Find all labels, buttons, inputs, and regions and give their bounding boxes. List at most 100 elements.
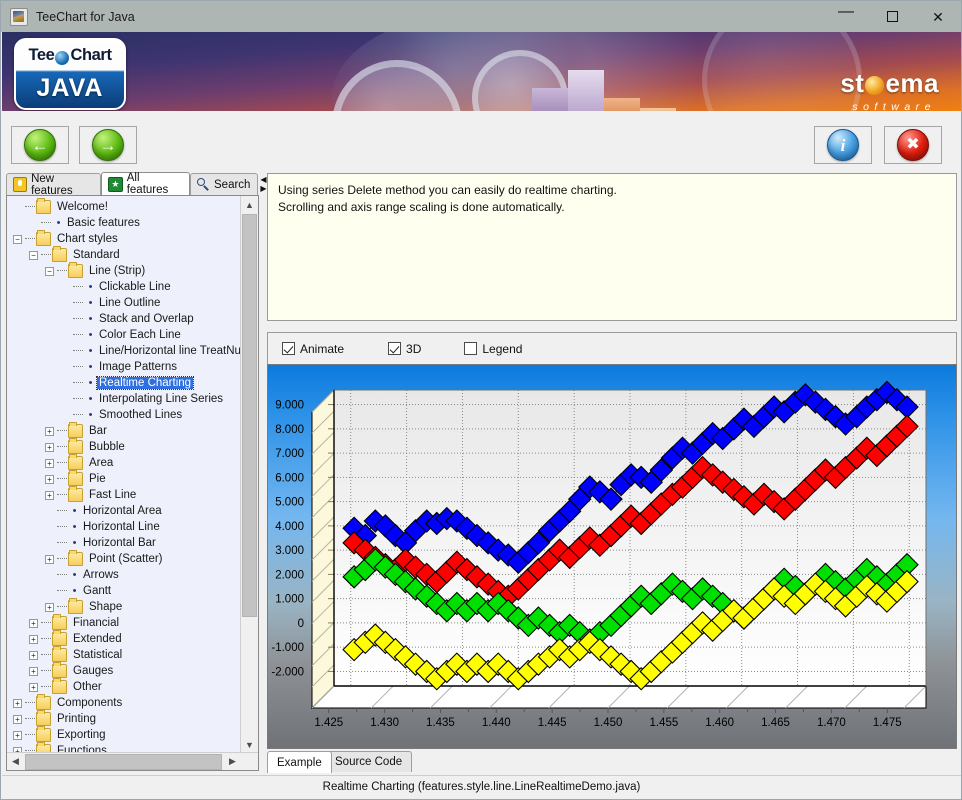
chart-canvas[interactable]: -2.000 -1.000 0 1.000 2.000 3.000 4.000 5.000 6.…: [267, 364, 957, 749]
expand-icon[interactable]: +: [29, 682, 38, 692]
tree-item-horizontal-line[interactable]: • Horizontal Line: [7, 519, 241, 535]
expand-icon[interactable]: +: [45, 458, 54, 468]
tree-item-printing[interactable]: + Printing: [7, 710, 241, 727]
scroll-up-icon[interactable]: ▲: [241, 196, 258, 213]
bullet-icon: •: [88, 312, 93, 325]
tree-item-shape[interactable]: + Shape: [7, 598, 241, 615]
tree-connector: [73, 350, 83, 352]
tab-search[interactable]: Search: [190, 173, 258, 195]
expand-icon[interactable]: +: [29, 650, 38, 660]
tree-item-point-scatter[interactable]: + Point (Scatter): [7, 550, 241, 567]
expand-icon[interactable]: +: [45, 490, 54, 500]
tree-item-financial[interactable]: + Financial: [7, 614, 241, 631]
expand-icon[interactable]: +: [13, 714, 22, 724]
bullet-icon: •: [56, 216, 61, 229]
tree-item-bubble[interactable]: + Bubble: [7, 438, 241, 455]
expand-icon[interactable]: +: [29, 618, 38, 628]
minimize-button[interactable]: —: [823, 1, 869, 32]
tab-new-features[interactable]: New features: [6, 173, 101, 197]
tree-item-basic-features[interactable]: • Basic features: [7, 215, 241, 231]
y-axis-label: -2.000: [271, 666, 304, 678]
3d-checkbox-box[interactable]: [388, 342, 402, 355]
navigate-back-button[interactable]: ←: [11, 126, 69, 164]
expand-icon[interactable]: +: [45, 426, 54, 436]
tree-item-horizontal-area[interactable]: • Horizontal Area: [7, 503, 241, 519]
tab-all-features[interactable]: ★ All features: [101, 172, 190, 196]
maximize-button[interactable]: [869, 1, 915, 32]
expand-icon[interactable]: +: [13, 730, 22, 740]
animate-checkbox-box[interactable]: [282, 342, 295, 355]
splitter-right-arrow-icon[interactable]: ▶: [260, 184, 266, 193]
tree-item-standard[interactable]: − Standard: [7, 246, 241, 263]
tree-item-other[interactable]: + Other: [7, 678, 241, 695]
tree-item-line-horizontal-line-treatnul[interactable]: • Line/Horizontal line TreatNul: [7, 343, 241, 359]
tree-item-pie[interactable]: + Pie: [7, 470, 241, 487]
tree-item-gauges[interactable]: + Gauges: [7, 662, 241, 679]
legend-checkbox-box[interactable]: [464, 342, 478, 355]
legend-checkbox[interactable]: Legend: [464, 342, 522, 356]
tree-item-exporting[interactable]: + Exporting: [7, 726, 241, 743]
collapse-icon[interactable]: −: [29, 250, 38, 260]
tree-item-statistical[interactable]: + Statistical: [7, 646, 241, 663]
expand-icon[interactable]: +: [45, 554, 54, 564]
tree-item-horizontal-bar[interactable]: • Horizontal Bar: [7, 535, 241, 551]
tree-connector: [57, 526, 67, 528]
bullet-icon: •: [88, 408, 93, 421]
expand-icon[interactable]: +: [29, 666, 38, 676]
expand-icon[interactable]: +: [45, 602, 54, 612]
feature-tree[interactable]: Welcome! • Basic features − Chart styles − Sta…: [7, 196, 241, 753]
description-line-2: Scrolling and axis range scaling is done…: [278, 200, 565, 214]
tree-item-label: Gauges: [73, 665, 114, 677]
tree-item-line-strip[interactable]: − Line (Strip): [7, 262, 241, 279]
exit-button[interactable]: ✖: [884, 126, 942, 164]
close-window-button[interactable]: ✕: [915, 1, 961, 32]
y-axis-label: 8.000: [275, 424, 304, 436]
tree-item-fast-line[interactable]: + Fast Line: [7, 486, 241, 503]
tree-item-area[interactable]: + Area: [7, 454, 241, 471]
tree-item-welcome[interactable]: Welcome!: [7, 198, 241, 215]
tree-item-interpolating-line-series[interactable]: • Interpolating Line Series: [7, 391, 241, 407]
splitter-left-arrow-icon[interactable]: ◀: [260, 175, 266, 184]
tab-source-code[interactable]: Source Code: [325, 751, 413, 772]
expand-icon[interactable]: +: [45, 442, 54, 452]
tree-item-label: Standard: [73, 249, 120, 261]
tree-item-clickable-line[interactable]: • Clickable Line: [7, 279, 241, 295]
tree-item-image-patterns[interactable]: • Image Patterns: [7, 359, 241, 375]
scroll-right-icon[interactable]: ▶: [224, 753, 241, 770]
tree-item-gantt[interactable]: • Gantt: [7, 583, 241, 599]
tree-item-components[interactable]: + Components: [7, 694, 241, 711]
navigate-forward-button[interactable]: →: [79, 126, 137, 164]
tree-connector: [73, 382, 83, 384]
tree-connector: [73, 302, 83, 304]
expand-icon[interactable]: +: [45, 474, 54, 484]
collapse-icon[interactable]: −: [13, 234, 22, 244]
tree-item-extended[interactable]: + Extended: [7, 630, 241, 647]
animate-checkbox[interactable]: Animate: [282, 342, 344, 356]
tab-example[interactable]: Example: [267, 751, 332, 773]
horizontal-scroll-thumb[interactable]: [25, 754, 222, 770]
tree-horizontal-scrollbar[interactable]: ◀ ▶: [7, 752, 258, 770]
status-text: Realtime Charting (features.style.line.L…: [322, 781, 641, 793]
expand-icon[interactable]: +: [13, 698, 22, 708]
scroll-left-icon[interactable]: ◀: [7, 753, 24, 770]
info-button[interactable]: i: [814, 126, 872, 164]
tree-item-line-outline[interactable]: • Line Outline: [7, 295, 241, 311]
tree-item-realtime-charting[interactable]: • Realtime Charting: [7, 375, 241, 391]
collapse-icon[interactable]: −: [45, 266, 54, 276]
folder-icon: [68, 486, 83, 502]
tree-item-arrows[interactable]: • Arrows: [7, 567, 241, 583]
tree-item-color-each-line[interactable]: • Color Each Line: [7, 327, 241, 343]
tree-item-chart-styles[interactable]: − Chart styles: [7, 230, 241, 247]
vertical-scroll-thumb[interactable]: [242, 214, 257, 617]
tree-item-bar[interactable]: + Bar: [7, 422, 241, 439]
panel-splitter[interactable]: ◀ ▶: [260, 175, 267, 771]
scroll-down-icon[interactable]: ▼: [241, 736, 258, 753]
tree-item-stack-and-overlap[interactable]: • Stack and Overlap: [7, 311, 241, 327]
3d-checkbox[interactable]: 3D: [388, 342, 421, 356]
steema-subtitle: software: [852, 101, 936, 111]
logo-java-text: JAVA: [36, 74, 104, 102]
expand-icon[interactable]: +: [29, 634, 38, 644]
tree-vertical-scrollbar[interactable]: ▲ ▼: [240, 196, 258, 753]
tree-connector: [57, 542, 67, 544]
tree-item-smoothed-lines[interactable]: • Smoothed Lines: [7, 407, 241, 423]
